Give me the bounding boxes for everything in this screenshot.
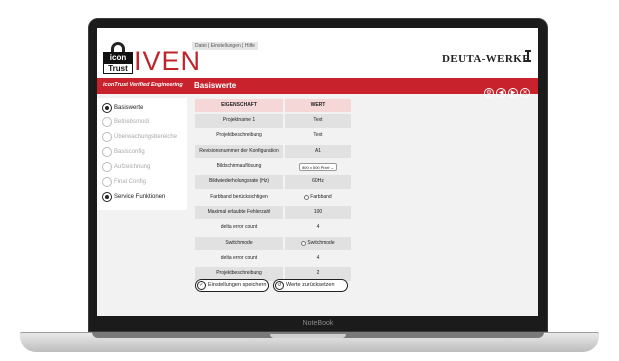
row-key: Projektname 1	[195, 114, 283, 128]
app-window: icon Trust IVEN Datei | Einstellungen | …	[97, 28, 538, 316]
sidebar-item-label: Basisconfig	[114, 149, 145, 155]
product-logo: IVEN	[134, 46, 202, 76]
table-row: Switchmode Switchmode	[195, 236, 351, 251]
settings-table: EIGENSCHAFT WERT Projektname 1 Text Proj…	[195, 98, 351, 282]
column-header-value: WERT	[285, 99, 351, 113]
radio-icon	[102, 192, 112, 202]
radio-icon	[102, 177, 112, 187]
row-key: delta error count	[220, 254, 258, 261]
tagline: iconTrust Verified Engineering	[103, 82, 183, 88]
sidebar-item-final-config[interactable]: Final Config	[101, 176, 146, 188]
row-key: Farbband berücksichtigen	[210, 193, 268, 200]
table-row: Projektname 1 Text	[195, 113, 351, 128]
reset-button-label: Werte zurücksetzen	[286, 282, 335, 288]
save-button-label: Einstellungen speichern	[208, 282, 267, 288]
nav-icons: ⚙ ◀ ▶ ✕	[482, 81, 530, 98]
reset-values-button[interactable]: ↺ Werte zurücksetzen	[273, 279, 348, 292]
row-value-field[interactable]: Text	[285, 130, 351, 143]
icontrust-logo: icon Trust	[103, 42, 133, 74]
logo-icon-text: icon	[103, 52, 133, 63]
sidebar-item-basisconfig[interactable]: Basisconfig	[101, 146, 145, 158]
row-value-field[interactable]: 4	[285, 221, 351, 234]
back-icon[interactable]: ◀	[496, 88, 506, 98]
sidebar-item-label: Service Funktionen	[114, 194, 166, 200]
row-value-cell: Farbband	[285, 191, 351, 204]
forward-icon[interactable]: ▶	[508, 88, 518, 98]
radio-icon	[102, 132, 112, 142]
sidebar: Basiswerte Betriebsmodi Überwachungsbere…	[97, 98, 187, 210]
table-header-row: EIGENSCHAFT WERT	[195, 98, 351, 113]
device-label: NoteBook	[302, 320, 334, 327]
close-icon[interactable]: ✕	[520, 88, 530, 98]
row-key: Bildwiederholungsrate (Hz)	[195, 175, 283, 189]
save-icon: ✓	[197, 281, 206, 290]
radio-icon	[102, 147, 112, 157]
row-key: Maximal erlaubte Fehlerzahl	[195, 206, 283, 220]
sidebar-item-aufzeichnung[interactable]: Aufzeichnung	[101, 161, 150, 173]
settings-icon[interactable]: ⚙	[484, 88, 494, 98]
row-value-field[interactable]: A1	[285, 144, 351, 159]
reset-icon: ↺	[275, 281, 284, 290]
laptop-frame: NoteBook icon Trust IVEN Datei | Einstel…	[0, 0, 619, 361]
page-title: Basiswerte	[194, 81, 237, 90]
row-value-field[interactable]: 100	[285, 206, 351, 220]
sidebar-item-label: Betriebsmodi	[114, 119, 150, 125]
sidebar-item-label: Final Config	[114, 179, 147, 185]
deuta-mark-icon	[525, 50, 531, 62]
laptop-notch	[270, 334, 346, 338]
row-key: Projektbeschreibung	[216, 132, 262, 139]
row-key: Revisionsnummer der Konfiguration	[195, 144, 283, 159]
logo-trust-text: Trust	[103, 63, 133, 74]
table-row: delta error count 4	[195, 251, 351, 266]
row-value-field[interactable]: 60Hz	[285, 175, 351, 189]
row-value-field[interactable]: 4	[285, 252, 351, 265]
table-row: Bildschirmauflösung 800 x 600 Pixel ⌄	[195, 159, 351, 174]
table-row: Maximal erlaubte Fehlerzahl 100	[195, 205, 351, 220]
title-bar: iconTrust Verified Engineering Basiswert…	[97, 78, 538, 98]
radio-icon	[102, 162, 112, 172]
sidebar-item-label: Überwachungsbereiche	[114, 134, 178, 140]
radio-icon	[102, 103, 112, 113]
radio-icon	[102, 117, 112, 127]
resolution-select[interactable]: 800 x 600 Pixel ⌄	[299, 162, 337, 171]
table-row: Revisionsnummer der Konfiguration A1	[195, 144, 351, 159]
row-value-cell: 800 x 600 Pixel ⌄	[285, 160, 351, 173]
sidebar-item-betriebsmodi[interactable]: Betriebsmodi	[101, 116, 149, 128]
row-value-field[interactable]: Text	[285, 114, 351, 128]
sidebar-item-label: Basiswerte	[114, 105, 144, 111]
chevron-down-icon: ⌄	[330, 164, 334, 170]
save-settings-button[interactable]: ✓ Einstellungen speichern	[195, 279, 269, 292]
farbband-radio[interactable]	[304, 194, 310, 200]
select-value: 800 x 600 Pixel	[302, 164, 330, 170]
table-row: delta error count 4	[195, 220, 351, 235]
sidebar-item-service-funktionen[interactable]: Service Funktionen	[101, 191, 165, 203]
manufacturer-logo: DEUTA-WERKE	[442, 53, 530, 65]
radio-label: Farbband	[310, 193, 332, 200]
row-key: delta error count	[220, 224, 258, 231]
sidebar-item-basiswerte[interactable]: Basiswerte	[101, 102, 143, 114]
row-key: Bildschirmauflösung	[216, 163, 262, 170]
app-header: icon Trust IVEN Datei | Einstellungen | …	[97, 28, 538, 78]
sidebar-item-ueberwachungsbereiche[interactable]: Überwachungsbereiche	[101, 131, 177, 143]
column-header-property: EIGENSCHAFT	[195, 99, 283, 113]
table-row: Projektbeschreibung Text	[195, 129, 351, 144]
switchmode-radio[interactable]	[301, 240, 307, 246]
row-key: Switchmode	[195, 236, 283, 250]
radio-label: Switchmode	[307, 239, 335, 246]
table-row: Bildwiederholungsrate (Hz) 60Hz	[195, 174, 351, 189]
row-value-cell: Switchmode	[285, 236, 351, 250]
table-row: Farbband berücksichtigen Farbband	[195, 190, 351, 205]
top-menu[interactable]: Datei | Einstellungen | Hilfe	[192, 42, 258, 50]
sidebar-item-label: Aufzeichnung	[114, 164, 151, 170]
